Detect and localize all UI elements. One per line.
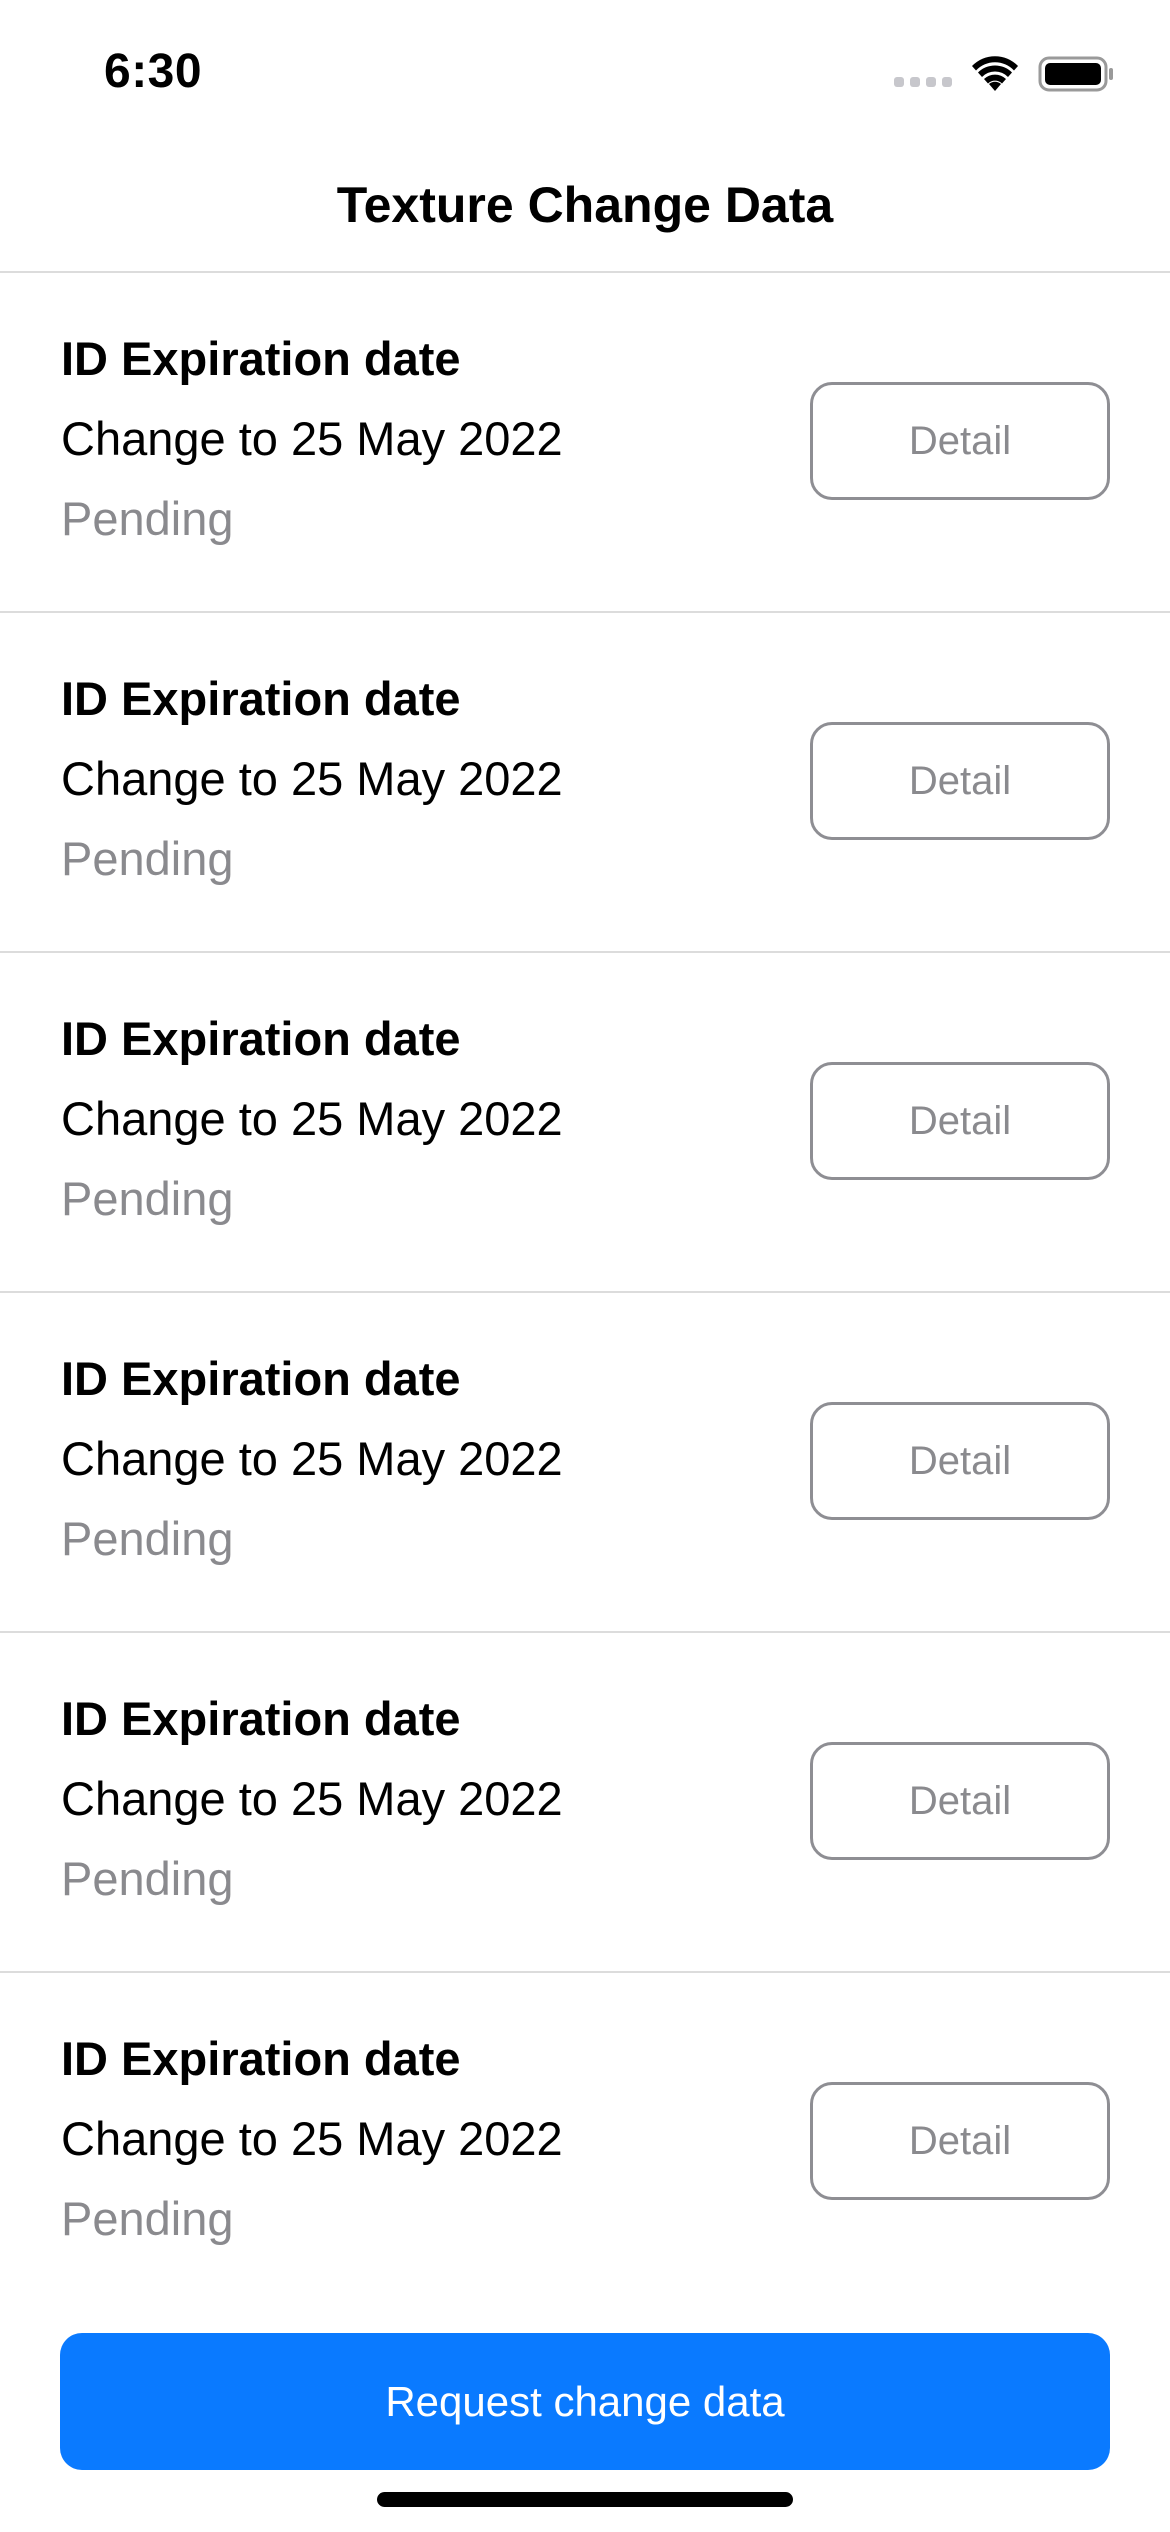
detail-button[interactable]: Detail bbox=[810, 1402, 1110, 1520]
item-status: Pending bbox=[61, 492, 234, 545]
item-title: ID Expiration date bbox=[61, 1692, 461, 1745]
battery-icon bbox=[1038, 56, 1113, 92]
item-title: ID Expiration date bbox=[61, 332, 461, 385]
item-title: ID Expiration date bbox=[61, 2032, 461, 2085]
home-indicator[interactable] bbox=[377, 2492, 793, 2507]
item-title: ID Expiration date bbox=[61, 1352, 461, 1405]
item-status: Pending bbox=[61, 1512, 234, 1565]
detail-button[interactable]: Detail bbox=[810, 722, 1110, 840]
list-item: ID Expiration date Change to 25 May 2022… bbox=[0, 613, 1170, 953]
item-title: ID Expiration date bbox=[61, 672, 461, 725]
list-item: ID Expiration date Change to 25 May 2022… bbox=[0, 1293, 1170, 1633]
status-time: 6:30 bbox=[104, 45, 203, 98]
change-request-list: ID Expiration date Change to 25 May 2022… bbox=[0, 273, 1170, 2313]
item-title: ID Expiration date bbox=[61, 1012, 461, 1065]
request-change-data-button[interactable]: Request change data bbox=[60, 2333, 1110, 2470]
item-status: Pending bbox=[61, 832, 234, 885]
item-subtitle: Change to 25 May 2022 bbox=[61, 752, 563, 805]
list-item: ID Expiration date Change to 25 May 2022… bbox=[0, 1973, 1170, 2313]
detail-button[interactable]: Detail bbox=[810, 2082, 1110, 2200]
page-title: Texture Change Data bbox=[336, 177, 834, 233]
list-item: ID Expiration date Change to 25 May 2022… bbox=[0, 1633, 1170, 1973]
status-bar: 6:30 bbox=[0, 0, 1170, 140]
navigation-bar: Texture Change Data bbox=[0, 140, 1170, 273]
item-subtitle: Change to 25 May 2022 bbox=[61, 1092, 563, 1145]
item-status: Pending bbox=[61, 1852, 234, 1905]
detail-button[interactable]: Detail bbox=[810, 1742, 1110, 1860]
item-status: Pending bbox=[61, 1172, 234, 1225]
item-subtitle: Change to 25 May 2022 bbox=[61, 1772, 563, 1825]
item-subtitle: Change to 25 May 2022 bbox=[61, 1432, 563, 1485]
detail-button[interactable]: Detail bbox=[810, 1062, 1110, 1180]
list-item: ID Expiration date Change to 25 May 2022… bbox=[0, 953, 1170, 1293]
item-subtitle: Change to 25 May 2022 bbox=[61, 412, 563, 465]
item-subtitle: Change to 25 May 2022 bbox=[61, 2112, 563, 2165]
cellular-signal-icon bbox=[894, 77, 952, 87]
wifi-icon bbox=[972, 56, 1018, 91]
list-item: ID Expiration date Change to 25 May 2022… bbox=[0, 273, 1170, 613]
detail-button[interactable]: Detail bbox=[810, 382, 1110, 500]
item-status: Pending bbox=[61, 2192, 234, 2245]
status-icons bbox=[894, 54, 1114, 94]
